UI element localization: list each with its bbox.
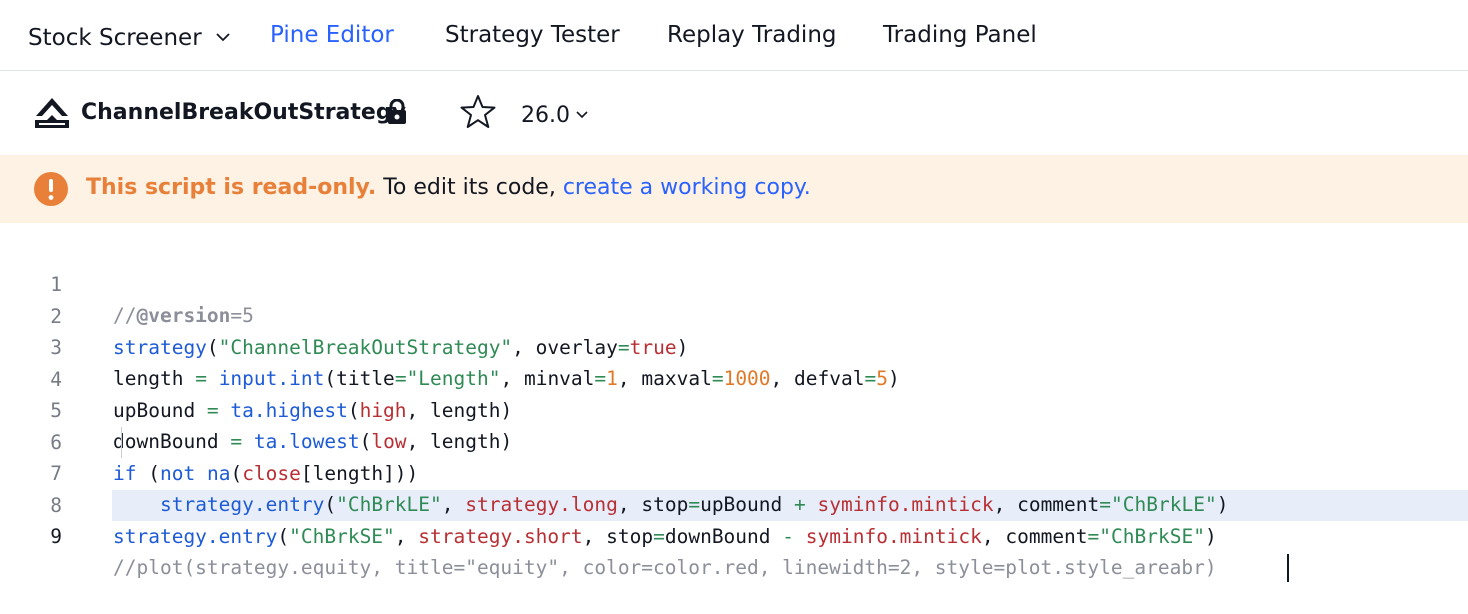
lock-icon [386,98,408,129]
code-line-current: 9 //plot(strategy.equity, title="equity"… [0,490,1468,582]
code-text: //plot(strategy.equity, title="equity", … [113,552,1289,583]
tab-pine-editor[interactable]: Pine Editor [270,21,394,49]
code-line: 3 length = input.int(title="Length", min… [0,301,1468,390]
banner-text: To edit its code, [376,175,563,200]
code-line: 4 upBound = ta.highest(high, length) [0,333,1468,422]
chevron-down-icon [576,99,588,127]
code-editor[interactable]: 1 //@version=5 2 strategy("ChannelBreakO… [0,238,1468,582]
text-cursor [1287,554,1289,582]
create-working-copy-link[interactable]: create a working copy. [563,175,811,200]
version-dropdown[interactable]: 26.0 [521,99,588,130]
banner-warning: This script is read-only. [86,175,377,200]
script-title[interactable]: ChannelBreakOutStrategy [81,99,406,127]
code-line: 8 strategy.entry("ChBrkSE", strategy.sho… [0,459,1468,548]
chevron-down-icon [216,21,230,49]
code-line: 5 downBound = ta.lowest(low, length) [0,364,1468,453]
tab-stock-screener-label: Stock Screener [28,25,202,51]
code-line: 1 //@version=5 [0,238,1468,327]
code-line: 2 strategy("ChannelBreakOutStrategy", ov… [0,270,1468,359]
banner-message: This script is read-only. To edit its co… [86,174,811,202]
code-line: 6 if (not na(close[length])) [0,396,1468,485]
line-number: 9 [50,525,62,548]
code-line: 7 strategy.entry("ChBrkLE", strategy.lon… [0,427,1468,516]
logo-icon [33,96,71,134]
code-text: strategy.entry("ChBrkSE", strategy.short… [113,525,1217,548]
tab-trading-panel[interactable]: Trading Panel [883,21,1037,49]
version-label: 26.0 [521,103,570,128]
read-only-banner: This script is read-only. To edit its co… [0,155,1468,223]
star-icon[interactable] [459,94,497,134]
tab-strategy-tester[interactable]: Strategy Tester [445,21,620,49]
tab-stock-screener[interactable]: Stock Screener [28,21,230,52]
exclamation-icon [34,172,68,210]
bottom-panel-tabs: Stock Screener Pine Editor Strategy Test… [0,0,1468,71]
tab-replay-trading[interactable]: Replay Trading [667,21,837,49]
